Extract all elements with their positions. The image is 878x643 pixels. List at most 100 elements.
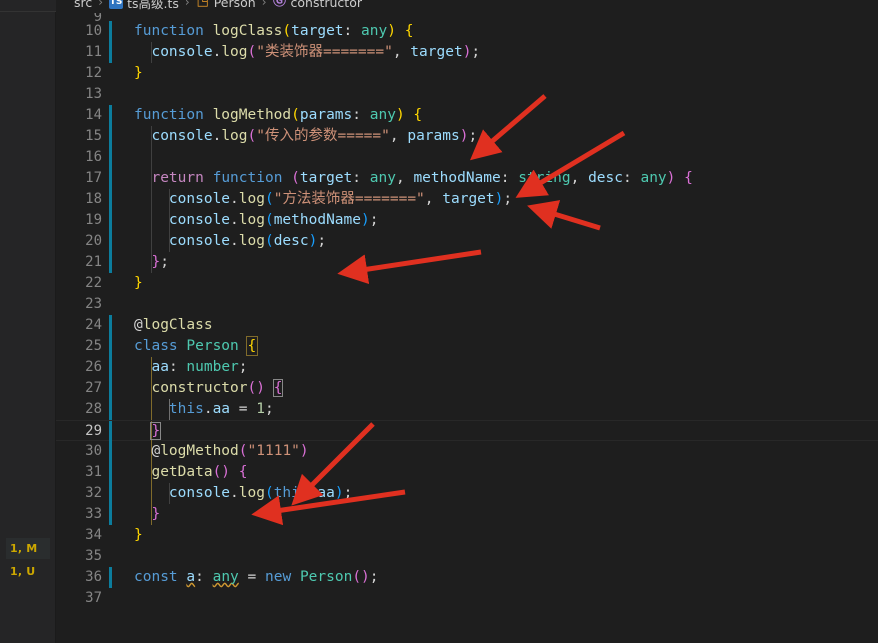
code-line[interactable]: 25 class Person { <box>56 336 878 357</box>
git-modified-indicator <box>109 231 112 252</box>
code-line[interactable]: 26 aa: number; <box>56 357 878 378</box>
code-line[interactable]: 18 console.log("方法装饰器=======", target); <box>56 189 878 210</box>
code-line[interactable]: 28 this.aa = 1; <box>56 399 878 420</box>
code-text: console.log(this.aa); <box>168 485 353 501</box>
line-number: 21 <box>85 254 102 270</box>
line-number: 18 <box>85 191 102 207</box>
breadcrumb-item-member[interactable]: Ⓖ constructor <box>273 0 362 10</box>
code-line[interactable]: 11 console.log("类装饰器=======", target); <box>56 42 878 63</box>
scm-badge-modified[interactable]: 1, M <box>6 538 50 559</box>
class-icon: ◳ <box>196 0 209 9</box>
code-line[interactable]: 16 <box>56 147 878 168</box>
code-line[interactable]: 24 @logClass <box>56 315 878 336</box>
code-line[interactable]: 36 const a: any = new Person(); <box>56 567 878 588</box>
git-modified-indicator <box>109 21 112 42</box>
code-line[interactable]: 33 } <box>56 504 878 525</box>
code-text: console.log(desc); <box>168 233 327 249</box>
line-number: 36 <box>85 569 102 585</box>
line-number: 27 <box>85 380 102 396</box>
code-line[interactable]: 22 } <box>56 273 878 294</box>
code-line-active[interactable]: 29 } <box>56 420 878 442</box>
code-line[interactable]: 19 console.log(methodName); <box>56 210 878 231</box>
vscode-window: 1, M 1, U src › TS ts高级.ts › ◳ Person › … <box>0 0 878 643</box>
git-modified-indicator <box>109 315 112 336</box>
breadcrumb-label-class: Person <box>213 0 256 10</box>
code-text: this.aa = 1; <box>168 401 274 417</box>
code-text: constructor() { <box>151 379 284 397</box>
string-class-decorator: 类装饰器======= <box>264 44 385 60</box>
explorer-sidebar[interactable]: 1, M 1, U <box>0 0 56 643</box>
code-line[interactable]: 10 function logClass(target: any) { <box>56 21 878 42</box>
scm-badge-untracked[interactable]: 1, U <box>6 561 50 582</box>
code-line[interactable]: 17 return function (target: any, methodN… <box>56 168 878 189</box>
code-line[interactable]: 37 <box>56 588 878 609</box>
git-modified-indicator <box>109 105 112 126</box>
code-line[interactable]: 27 constructor() { <box>56 378 878 399</box>
git-modified-indicator <box>109 378 112 399</box>
code-text: function logClass(target: any) { <box>134 23 414 39</box>
code-line[interactable]: 30 @logMethod("1111") <box>56 441 878 462</box>
code-line[interactable]: 14 function logMethod(params: any) { <box>56 105 878 126</box>
code-text: aa: number; <box>151 359 248 375</box>
sidebar-header <box>0 0 56 12</box>
code-text: } <box>134 527 143 543</box>
line-number: 15 <box>85 128 102 144</box>
line-number: 16 <box>85 149 102 165</box>
line-number: 26 <box>85 359 102 375</box>
line-number: 20 <box>85 233 102 249</box>
code-line[interactable]: 21 }; <box>56 252 878 273</box>
line-number: 11 <box>85 44 102 60</box>
line-number: 9 <box>93 13 102 21</box>
git-modified-indicator <box>109 441 112 462</box>
line-number: 23 <box>85 296 102 312</box>
breadcrumb-label-member: constructor <box>290 0 362 10</box>
typescript-file-icon: TS <box>109 0 124 9</box>
line-number: 30 <box>85 443 102 459</box>
breadcrumb[interactable]: src › TS ts高级.ts › ◳ Person › Ⓖ construc… <box>56 0 878 13</box>
git-modified-indicator <box>109 504 112 525</box>
git-modified-indicator <box>109 147 112 168</box>
breadcrumb-item-class[interactable]: ◳ Person <box>196 0 256 10</box>
breadcrumb-item-src[interactable]: src <box>74 0 92 10</box>
git-modified-indicator <box>109 399 112 420</box>
line-number: 10 <box>85 23 102 39</box>
code-line[interactable]: 34 } <box>56 525 878 546</box>
code-line[interactable]: 35 <box>56 546 878 567</box>
code-line[interactable]: 20 console.log(desc); <box>56 231 878 252</box>
matching-bracket-open: { <box>272 379 284 397</box>
code-line[interactable]: 9 <box>56 13 878 21</box>
code-text: console.log(methodName); <box>168 212 379 228</box>
line-number: 34 <box>85 527 102 543</box>
code-line[interactable]: 15 console.log("传入的参数=====", params); <box>56 126 878 147</box>
code-text: return function (target: any, methodName… <box>151 170 693 186</box>
breadcrumb-separator-icon: › <box>184 0 190 9</box>
breadcrumb-item-file[interactable]: TS ts高级.ts <box>109 0 179 12</box>
line-number: 35 <box>85 548 102 564</box>
breadcrumb-label-file: ts高级.ts <box>127 0 179 11</box>
code-line[interactable]: 13 <box>56 84 878 105</box>
line-number: 22 <box>85 275 102 291</box>
line-number: 29 <box>85 423 102 439</box>
code-text: @logClass <box>134 317 213 333</box>
code-line[interactable]: 32 console.log(this.aa); <box>56 483 878 504</box>
code-text: }; <box>151 254 169 270</box>
code-line[interactable]: 12 } <box>56 63 878 84</box>
code-editor[interactable]: 9 10 function logClass(target: any) { 11… <box>56 13 878 643</box>
code-text: } <box>151 506 161 522</box>
line-number: 37 <box>85 590 102 606</box>
matching-bracket-close: } <box>150 422 162 440</box>
git-modified-indicator <box>109 483 112 504</box>
git-modified-indicator <box>109 189 112 210</box>
line-number: 33 <box>85 506 102 522</box>
line-number: 32 <box>85 485 102 501</box>
code-text: console.log("方法装饰器=======", target); <box>168 191 513 207</box>
code-text: const a: any = new Person(); <box>134 569 379 585</box>
breadcrumb-label-src: src <box>74 0 93 10</box>
code-text: function logMethod(params: any) { <box>134 107 423 123</box>
line-number: 19 <box>85 212 102 228</box>
code-line[interactable]: 23 <box>56 294 878 315</box>
line-number: 14 <box>85 107 102 123</box>
line-number: 13 <box>85 86 102 102</box>
code-line[interactable]: 31 getData() { <box>56 462 878 483</box>
code-text: @logMethod("1111") <box>151 443 309 459</box>
